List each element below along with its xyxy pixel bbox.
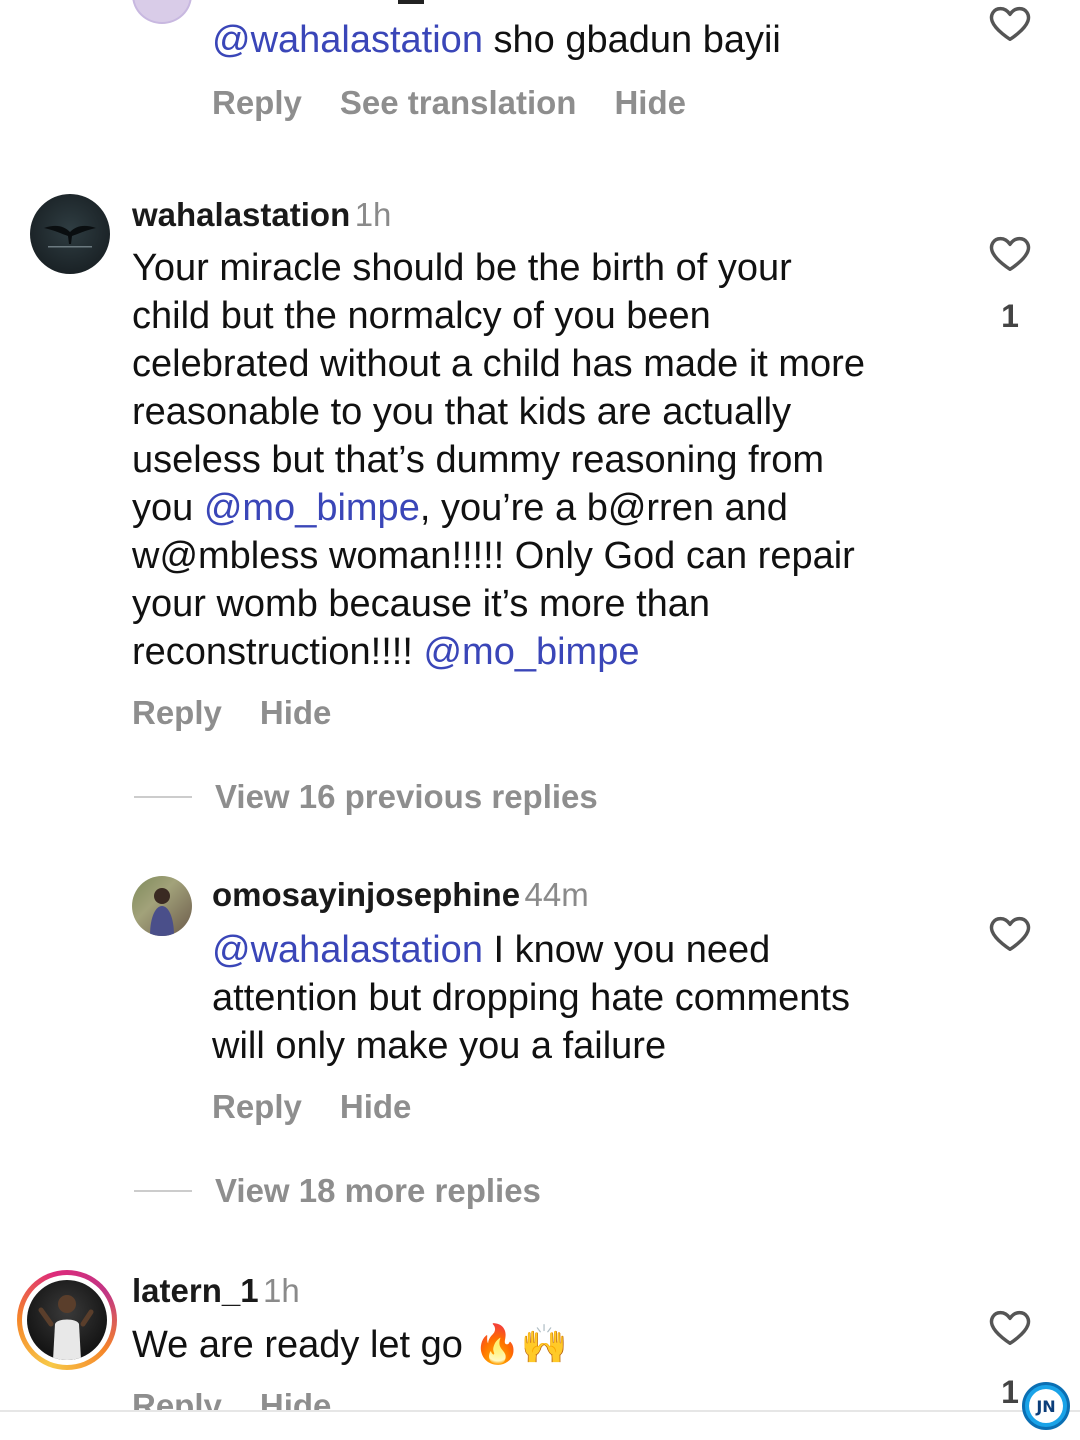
bottom-divider <box>0 1410 1080 1412</box>
hide-button[interactable]: Hide <box>614 84 686 121</box>
like-heart-icon[interactable] <box>987 1304 1033 1350</box>
mention-link[interactable]: @wahalastation <box>212 19 483 61</box>
bird-icon <box>44 225 96 248</box>
watermark-logo: JN <box>1022 1382 1070 1430</box>
reply-actions: Reply See translation Hide <box>212 84 724 122</box>
reply-button[interactable]: Reply <box>132 1387 222 1410</box>
reply-text: @wahalastation sho gbadun bayii <box>212 19 781 61</box>
reply-actions: Reply Hide <box>212 1088 449 1126</box>
divider <box>134 1190 192 1192</box>
mention-link[interactable]: @mo_bimpe <box>204 487 420 529</box>
avatar[interactable] <box>30 194 110 274</box>
view-previous-replies-button[interactable]: View 16 previous replies <box>215 778 598 816</box>
hide-button[interactable]: Hide <box>340 1088 412 1125</box>
comment-actions: Reply Hide <box>132 1386 369 1410</box>
timestamp: 1h <box>354 196 392 233</box>
divider <box>134 796 192 798</box>
avatar[interactable] <box>132 876 192 936</box>
reply-button[interactable]: Reply <box>132 694 222 731</box>
reply-text: @wahalastation I know you need attention… <box>212 929 850 1067</box>
hide-button[interactable]: Hide <box>260 1387 332 1410</box>
emoji: 🔥🙌 <box>473 1322 569 1366</box>
avatar[interactable] <box>132 0 192 24</box>
person-icon <box>150 888 174 936</box>
like-heart-icon[interactable] <box>987 230 1033 276</box>
story-ring[interactable] <box>17 1270 117 1370</box>
reply-header: omosayinjosephine 44m <box>212 876 589 914</box>
mention-link[interactable]: @mo_bimpe <box>423 631 639 673</box>
like-heart-icon[interactable] <box>987 0 1033 46</box>
like-count: 1 <box>1001 298 1019 334</box>
timestamp: 44m <box>524 876 589 913</box>
avatar <box>22 1275 112 1365</box>
comment-text: We are ready let go 🔥🙌 <box>132 1322 569 1366</box>
mention-link[interactable]: @wahalastation <box>212 929 483 971</box>
username[interactable]: omosayinjosephine <box>212 876 520 913</box>
username-fragment <box>398 0 424 4</box>
comment-header: latern_1 1h <box>132 1272 300 1310</box>
view-more-replies-button[interactable]: View 18 more replies <box>215 1172 541 1210</box>
comment-header: wahalastation 1h <box>132 196 391 234</box>
comment-text: Your miracle should be the birth of your… <box>132 247 865 673</box>
hide-button[interactable]: Hide <box>260 694 332 731</box>
see-translation-button[interactable]: See translation <box>340 84 577 121</box>
reply-button[interactable]: Reply <box>212 1088 302 1125</box>
username[interactable]: latern_1 <box>132 1272 259 1309</box>
reply-button[interactable]: Reply <box>212 84 302 121</box>
timestamp: 1h <box>263 1272 300 1309</box>
person-icon <box>38 1295 94 1360</box>
like-heart-icon[interactable] <box>987 910 1033 956</box>
comment-actions: Reply Hide <box>132 694 369 732</box>
username[interactable]: wahalastation <box>132 196 350 233</box>
